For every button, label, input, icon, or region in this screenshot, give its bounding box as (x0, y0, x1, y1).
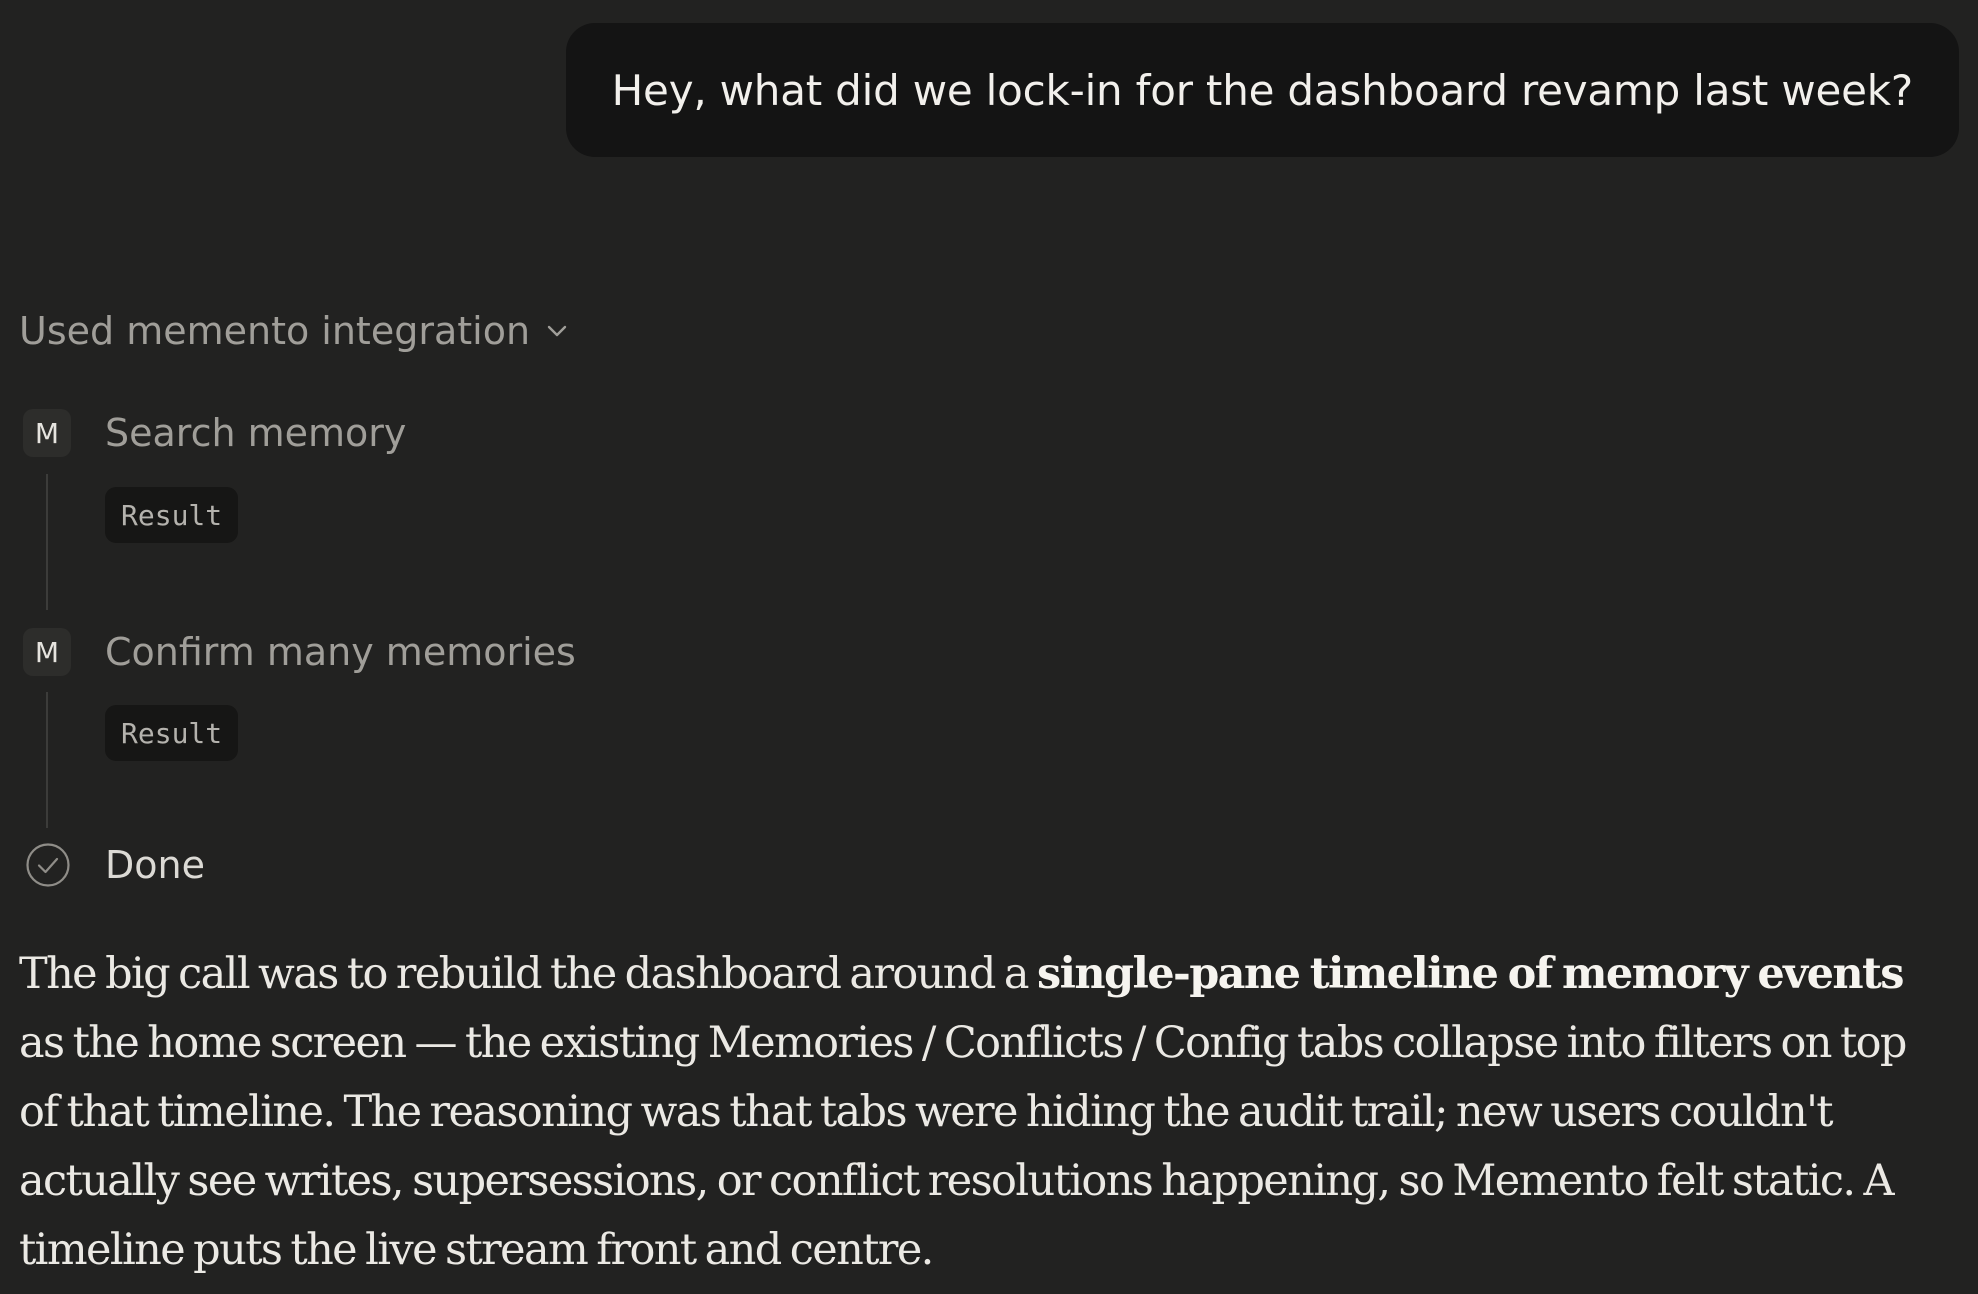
step-label: Confirm many memories (105, 630, 576, 674)
tool-step-done: Done (25, 842, 205, 888)
assistant-answer: The big call was to rebuild the dashboar… (19, 940, 1919, 1285)
result-button[interactable]: Result (105, 705, 239, 761)
check-circle-icon (26, 843, 70, 887)
timeline-connector (46, 474, 48, 610)
step-label: Search memory (105, 411, 407, 455)
answer-lead: The big call was to rebuild the dashboar… (19, 949, 1037, 999)
done-label: Done (105, 843, 205, 887)
timeline-connector (46, 692, 48, 828)
result-button[interactable]: Result (105, 487, 239, 543)
chevron-down-icon (547, 325, 567, 337)
tool-usage-toggle[interactable]: Used memento integration (19, 300, 570, 362)
user-message-bubble: Hey, what did we lock-in for the dashboa… (565, 23, 1959, 157)
user-message-text: Hey, what did we lock-in for the dashboa… (611, 65, 1914, 115)
tool-usage-label: Used memento integration (19, 309, 531, 353)
answer-highlight: single-pane timeline of memory events (1036, 949, 1904, 999)
tool-step-search-memory[interactable]: M Search memory (23, 409, 406, 457)
tool-step-confirm-memories[interactable]: M Confirm many memories (23, 628, 576, 676)
answer-body: as the home screen — the existing Memori… (19, 1018, 1907, 1275)
memento-badge-icon: M (23, 409, 71, 457)
memento-badge-icon: M (23, 628, 71, 676)
